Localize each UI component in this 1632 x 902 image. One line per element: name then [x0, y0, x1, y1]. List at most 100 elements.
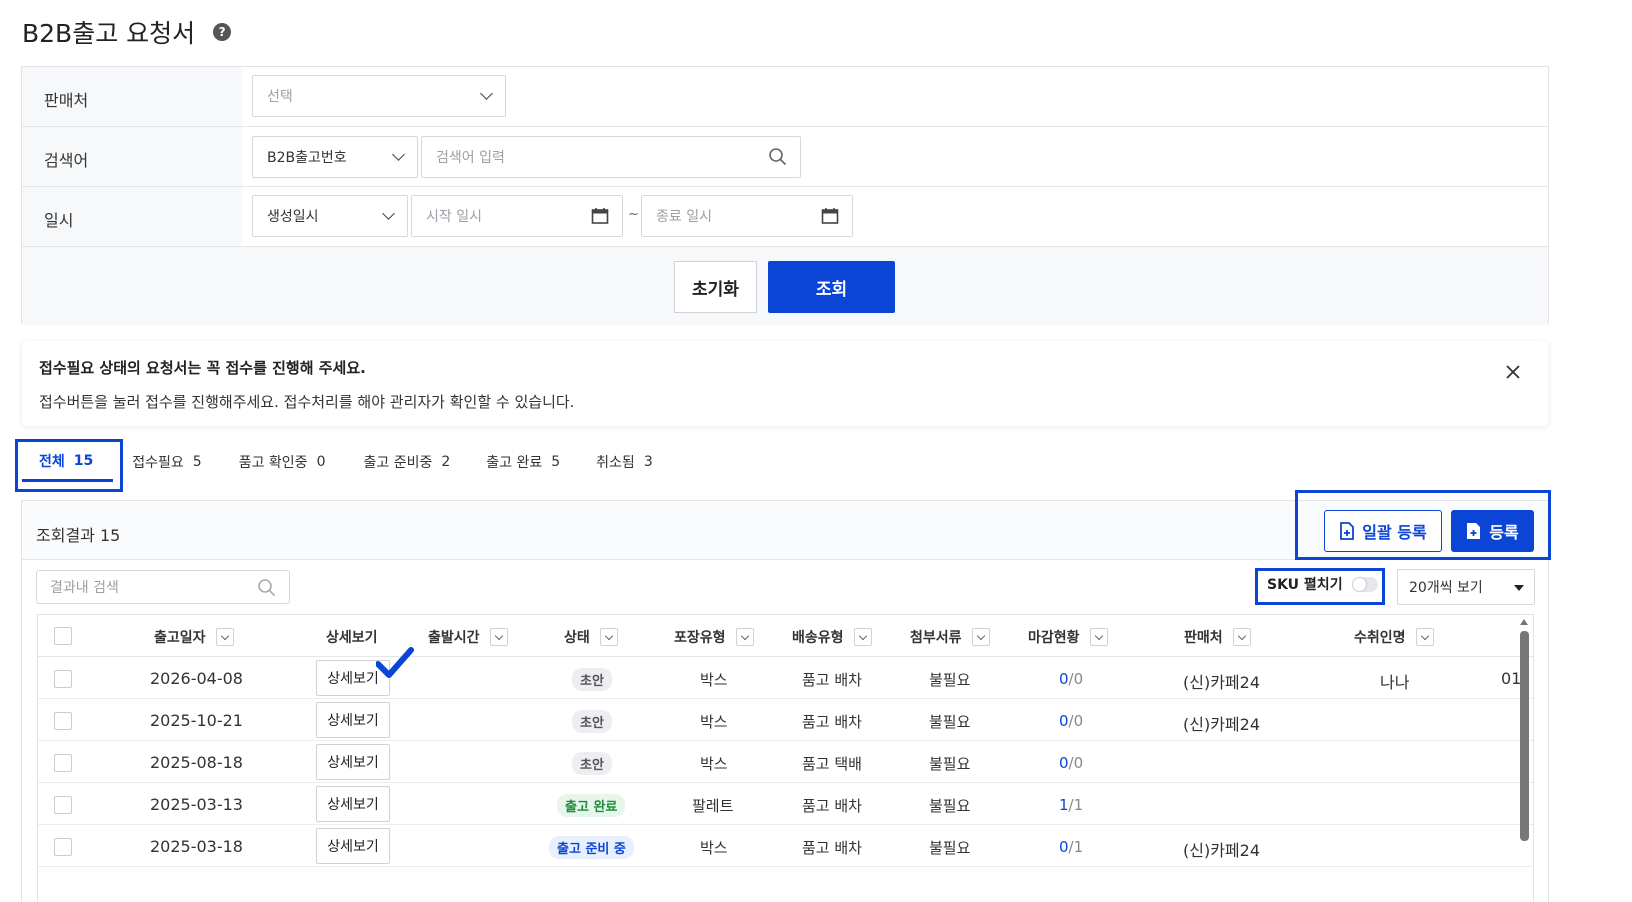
scroll-up-icon[interactable] [1520, 619, 1528, 625]
tab-checking[interactable]: 품고 확인중 0 [220, 442, 344, 482]
chevron-down-icon [480, 87, 493, 100]
notice-banner: 접수필요 상태의 요청서는 꼭 접수를 진행해 주세요. 접수버튼을 눌러 접수… [22, 341, 1548, 426]
header-receiver: 수취인명 [1354, 627, 1434, 647]
sort-chevron-icon[interactable] [1089, 628, 1108, 646]
close-done: 0 [1059, 670, 1069, 688]
row-checkbox[interactable] [54, 796, 72, 814]
header-docs: 첨부서류 [910, 627, 990, 647]
notice-body: 접수버튼을 눌러 접수를 진행해주세요. 접수처리를 해야 관리자가 확인할 수… [39, 393, 575, 411]
end-date-input[interactable]: 종료 일시 [641, 195, 853, 237]
tab-preparing[interactable]: 출고 준비중 2 [343, 442, 468, 482]
date-label: 일시 [44, 211, 74, 230]
result-count: 조회결과 15 [36, 526, 121, 545]
tab-count: 2 [441, 454, 451, 470]
row-date: 2025-10-21 [150, 711, 243, 730]
status-badge: 초안 [572, 752, 612, 775]
sort-chevron-icon[interactable] [1232, 628, 1251, 646]
select-all-checkbox[interactable] [54, 627, 72, 645]
chevron-down-icon [392, 148, 405, 161]
row-date: 2025-03-13 [150, 795, 243, 814]
header-close: 마감현황 [1028, 627, 1108, 647]
row-checkbox[interactable] [54, 670, 72, 688]
tab-label: 품고 확인중 [238, 455, 308, 471]
shipment-table: 출고일자 상세보기 출발시간 상태 포장유형 배송유형 첨부서류 마감현황 판매… [37, 614, 1534, 902]
tab-shipped[interactable]: 출고 완료 5 [468, 442, 578, 482]
sort-chevron-icon[interactable] [489, 628, 508, 646]
help-icon[interactable]: ? [213, 23, 232, 41]
header-label: 출고일자 [154, 630, 206, 646]
row-pack: 박스 [700, 839, 728, 857]
tab-label: 출고 준비중 [363, 455, 433, 471]
table-row[interactable]: 2025-03-13 상세보기 출고 완료 팔레트 품고 배차 불필요 1/1 [38, 783, 1533, 825]
register-highlight-box [1295, 490, 1551, 560]
row-date: 2025-03-18 [150, 837, 243, 856]
filter-row-keyword: 검색어 B2B출고번호 검색어 입력 [22, 127, 1548, 187]
start-date-input[interactable]: 시작 일시 [411, 195, 623, 237]
start-date-placeholder: 시작 일시 [426, 209, 482, 225]
filter-panel: 판매처 선택 검색어 B2B출고번호 검색어 입력 일시 생성일시 시작 일시 … [21, 66, 1549, 325]
header-label: 수취인명 [1354, 630, 1406, 646]
table-row[interactable]: 2025-03-18 상세보기 출고 준비 중 박스 품고 배차 불필요 0/1… [38, 825, 1533, 867]
row-extra: 01 [1501, 669, 1522, 688]
sort-chevron-icon[interactable] [215, 628, 234, 646]
row-seller: (신)카페24 [1183, 673, 1261, 692]
header-status: 상태 [564, 627, 618, 647]
close-icon[interactable] [1504, 363, 1522, 381]
header-label: 상세보기 [326, 630, 378, 646]
status-badge: 출고 완료 [557, 794, 626, 817]
search-icon[interactable] [257, 578, 277, 598]
date-type-select[interactable]: 생성일시 [252, 195, 408, 237]
close-total: /1 [1068, 796, 1084, 814]
detail-button[interactable]: 상세보기 [316, 744, 390, 780]
tab-needs-receipt[interactable]: 접수필요 5 [113, 442, 219, 482]
header-label: 출발시간 [428, 630, 480, 646]
tab-count: 5 [192, 454, 202, 470]
filter-row-seller: 판매처 선택 [22, 67, 1548, 127]
sort-chevron-icon[interactable] [599, 628, 618, 646]
close-done: 1 [1059, 796, 1069, 814]
header-detail: 상세보기 [326, 627, 378, 647]
sort-chevron-icon[interactable] [1415, 628, 1434, 646]
keyword-type-select[interactable]: B2B출고번호 [252, 136, 418, 178]
table-row[interactable]: 2026-04-08 상세보기 초안 박스 품고 배차 불필요 0/0 (신)카… [38, 657, 1533, 699]
row-date: 2025-08-18 [150, 753, 243, 772]
row-docs: 불필요 [929, 797, 971, 815]
calendar-icon[interactable] [590, 206, 610, 226]
sort-chevron-icon[interactable] [971, 628, 990, 646]
calendar-icon[interactable] [820, 206, 840, 226]
tab-cancelled[interactable]: 취소됨 3 [578, 442, 671, 482]
row-checkbox[interactable] [54, 712, 72, 730]
header-label: 첨부서류 [910, 630, 962, 646]
tab-label: 출고 완료 [486, 455, 543, 471]
chevron-down-icon [382, 207, 395, 220]
seller-select[interactable]: 선택 [252, 75, 506, 117]
sort-chevron-icon[interactable] [853, 628, 872, 646]
row-docs: 불필요 [929, 671, 971, 689]
vertical-scrollbar[interactable] [1520, 631, 1529, 841]
keyword-type-value: B2B출고번호 [267, 150, 347, 166]
notice-title: 접수필요 상태의 요청서는 꼭 접수를 진행해 주세요. [39, 359, 366, 377]
detail-button[interactable]: 상세보기 [316, 828, 390, 864]
status-badge: 출고 준비 중 [549, 836, 634, 859]
tab-count: 3 [643, 454, 653, 470]
per-page-select[interactable]: 20개씩 보기 [1397, 569, 1535, 605]
table-row[interactable]: 2025-08-18 상세보기 초안 박스 품고 택배 불필요 0/0 [38, 741, 1533, 783]
page-title-text: B2B출고 요청서 [22, 19, 196, 48]
search-icon[interactable] [768, 147, 788, 167]
header-label: 배송유형 [792, 630, 844, 646]
keyword-input[interactable]: 검색어 입력 [421, 136, 801, 178]
detail-button[interactable]: 상세보기 [316, 786, 390, 822]
result-search-placeholder: 결과내 검색 [50, 580, 119, 596]
result-search-input[interactable]: 결과내 검색 [36, 570, 290, 604]
row-checkbox[interactable] [54, 754, 72, 772]
row-ship: 품고 배차 [802, 671, 862, 689]
header-date: 출고일자 [154, 627, 234, 647]
row-checkbox[interactable] [54, 838, 72, 856]
reset-button[interactable]: 초기화 [674, 261, 757, 313]
row-ship: 품고 배차 [802, 713, 862, 731]
search-button[interactable]: 조회 [768, 261, 895, 313]
close-done: 0 [1059, 712, 1069, 730]
detail-button[interactable]: 상세보기 [316, 702, 390, 738]
sort-chevron-icon[interactable] [735, 628, 754, 646]
table-row[interactable]: 2025-10-21 상세보기 초안 박스 품고 배차 불필요 0/0 (신)카… [38, 699, 1533, 741]
